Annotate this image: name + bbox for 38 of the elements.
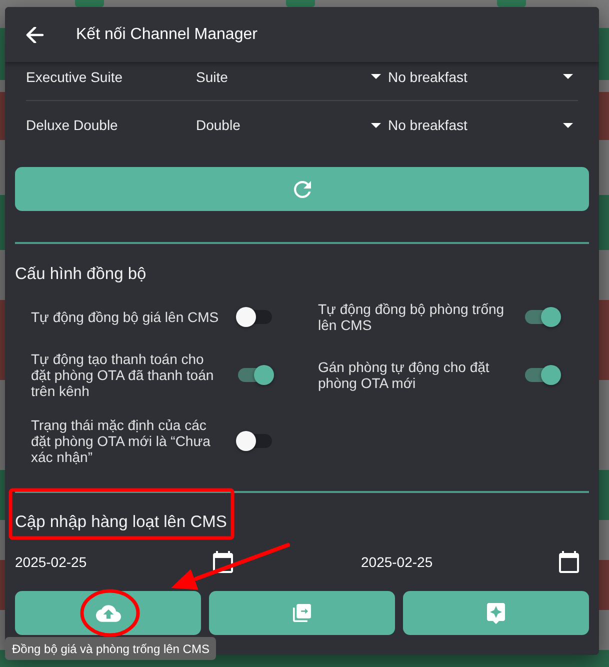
section-heading: Cập nhập hàng loạt lên CMS bbox=[15, 512, 227, 532]
toggle-label: Gán phòng tự động cho đặt phòng OTA mới bbox=[318, 359, 490, 391]
toggle-switch[interactable] bbox=[236, 365, 274, 385]
meal-plan-select[interactable]: No breakfast bbox=[388, 113, 578, 137]
room-name: Deluxe Double bbox=[26, 117, 118, 133]
caret-icon bbox=[371, 74, 381, 79]
caret-icon bbox=[563, 122, 573, 128]
toggle-label: Tự động đồng bộ phòng trống lên CMS bbox=[318, 301, 506, 333]
toggle-switch[interactable] bbox=[236, 431, 274, 451]
status-chip bbox=[286, 0, 315, 7]
date-field[interactable]: 2025-02-25 bbox=[361, 550, 579, 574]
meal-plan-select[interactable]: No breakfast bbox=[388, 64, 578, 88]
calendar-icon bbox=[213, 551, 233, 573]
tooltip: Đồng bộ giá và phòng trống lên CMS bbox=[5, 637, 216, 660]
dialog-title: Kết nối Channel Manager bbox=[76, 26, 258, 44]
calendar-icon bbox=[559, 551, 579, 573]
status-chip bbox=[75, 0, 104, 7]
toggle-switch[interactable] bbox=[236, 307, 274, 327]
toggle-label: Tự động tạo thanh toán cho đặt phòng OTA đã thanh toán trên kênh bbox=[31, 351, 215, 399]
section-heading: Cấu hình đồng bộ bbox=[15, 264, 146, 284]
date-field[interactable]: 2025-02-25 bbox=[15, 550, 233, 574]
sparkle-bubble-icon bbox=[487, 602, 505, 624]
toggle-switch[interactable] bbox=[523, 365, 561, 385]
cloud-upload-button[interactable] bbox=[15, 591, 201, 635]
refresh-icon bbox=[294, 180, 310, 198]
caret-icon bbox=[371, 122, 381, 128]
toggle-label: Tự động đồng bộ giá lên CMS bbox=[31, 309, 220, 325]
room-type-select[interactable]: Double bbox=[196, 113, 386, 137]
room-name: Executive Suite bbox=[26, 68, 122, 84]
room-type-select[interactable]: Suite bbox=[196, 64, 386, 88]
copy-file-icon bbox=[293, 604, 311, 622]
highlight-ellipse bbox=[80, 589, 140, 637]
caret-icon bbox=[563, 74, 573, 79]
status-chip bbox=[497, 0, 526, 7]
cloud-upload-icon bbox=[96, 604, 120, 622]
toggle-switch[interactable] bbox=[523, 307, 561, 327]
toggle-label: Trạng thái mặc định của các đặt phòng OTA mới là “Chưa xác nhận” bbox=[31, 417, 212, 465]
back-arrow-icon bbox=[26, 26, 44, 42]
